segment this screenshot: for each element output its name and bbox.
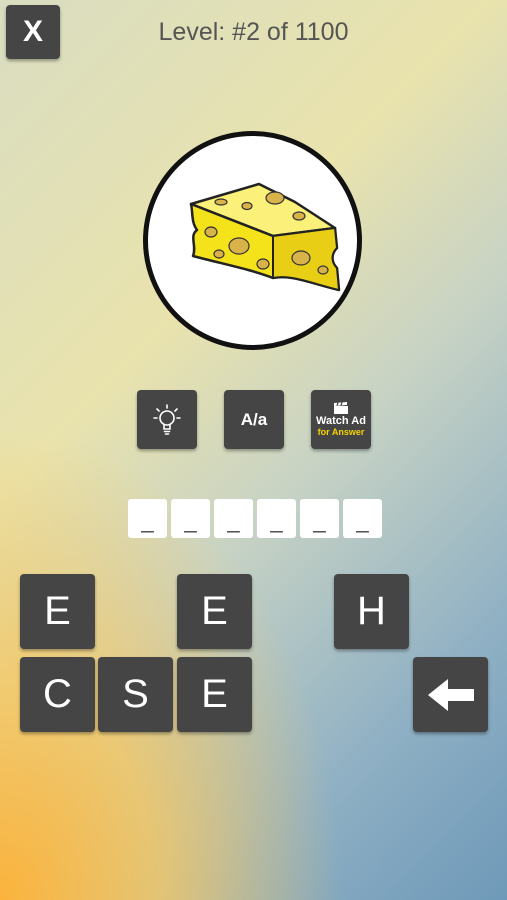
watch-ad-label: Watch Ad (316, 415, 366, 427)
hint-button[interactable] (137, 390, 197, 449)
letter-key[interactable]: H (334, 574, 409, 649)
letter-key[interactable]: E (20, 574, 95, 649)
puzzle-image (143, 131, 362, 350)
toggle-case-button[interactable]: A/a (224, 390, 284, 449)
answer-slot[interactable]: _ (214, 499, 253, 538)
answer-slot[interactable]: _ (257, 499, 296, 538)
cheese-image (189, 182, 340, 291)
letter-key[interactable]: E (177, 574, 252, 649)
answer-slots: _ _ _ _ _ _ (128, 499, 382, 538)
answer-slot[interactable]: _ (171, 499, 210, 538)
backspace-button[interactable] (413, 657, 488, 732)
answer-slot[interactable]: _ (128, 499, 167, 538)
letter-key[interactable]: E (177, 657, 252, 732)
letter-key[interactable]: C (20, 657, 95, 732)
for-answer-label: for Answer (317, 427, 365, 437)
clapperboard-icon (334, 402, 348, 414)
level-label: Level: #2 of 1100 (158, 18, 349, 46)
watch-ad-button[interactable]: Watch Ad for Answer (311, 390, 371, 449)
answer-slot[interactable]: _ (300, 499, 339, 538)
answer-slot[interactable]: _ (343, 499, 382, 538)
lightbulb-icon (153, 403, 181, 435)
letter-key[interactable]: S (98, 657, 173, 732)
arrow-left-icon (427, 678, 474, 711)
